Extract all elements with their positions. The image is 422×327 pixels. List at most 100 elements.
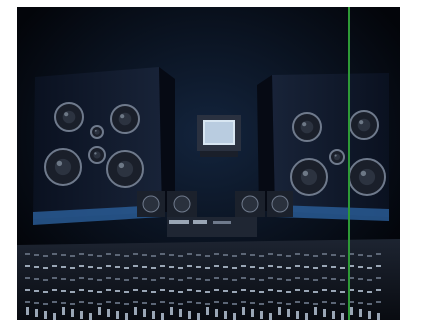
console-knob <box>25 277 30 279</box>
console-knob <box>187 265 192 267</box>
console-knob <box>124 267 129 269</box>
console-knob <box>268 277 273 279</box>
console-knob <box>295 253 300 255</box>
console-knob <box>97 255 102 257</box>
studio-photo <box>17 7 400 327</box>
console-fader <box>44 311 47 319</box>
console-knob <box>304 278 309 280</box>
console-knob <box>331 302 336 304</box>
console-knob <box>223 302 228 304</box>
console-knob <box>106 277 111 279</box>
console-knob <box>214 301 219 303</box>
console-fader <box>332 311 335 319</box>
console-knob <box>61 278 66 280</box>
console-knob <box>277 290 282 292</box>
console-knob <box>331 278 336 280</box>
console-fader <box>215 309 218 317</box>
console-knob <box>178 291 183 293</box>
console-knob <box>304 290 309 292</box>
console-knob <box>70 303 75 305</box>
console-knob <box>232 279 237 281</box>
console-knob <box>358 290 363 292</box>
console-knob <box>295 277 300 279</box>
console-fader <box>188 311 191 319</box>
console-knob <box>151 255 156 257</box>
console-knob <box>367 267 372 269</box>
console-knob <box>205 267 210 269</box>
console-knob <box>178 279 183 281</box>
console-fader <box>26 307 29 315</box>
console-knob <box>196 290 201 292</box>
console-knob <box>133 253 138 255</box>
console-fader <box>296 311 299 319</box>
console-knob <box>322 277 327 279</box>
console-knob <box>79 265 84 267</box>
console-knob <box>196 266 201 268</box>
console-knob <box>106 301 111 303</box>
console-knob <box>376 301 381 303</box>
console-knob <box>295 289 300 291</box>
console-knob <box>106 289 111 291</box>
console-knob <box>133 265 138 267</box>
console-knob <box>232 255 237 257</box>
console-knob <box>142 254 147 256</box>
console-knob <box>250 278 255 280</box>
console-knob <box>187 277 192 279</box>
console-fader <box>80 311 83 319</box>
console-fader <box>206 307 209 315</box>
console-fader <box>143 309 146 317</box>
console-knob <box>178 303 183 305</box>
console-knob <box>259 291 264 293</box>
console-knob <box>376 289 381 291</box>
console-knob <box>160 277 165 279</box>
console-fader <box>260 311 263 319</box>
console-fader <box>242 307 245 315</box>
console-knob <box>97 267 102 269</box>
console-knob <box>277 278 282 280</box>
console-knob <box>169 302 174 304</box>
console-knob <box>34 266 39 268</box>
console-knob <box>259 267 264 269</box>
console-knob <box>187 253 192 255</box>
console-knob <box>331 254 336 256</box>
speaker-icon <box>110 104 140 134</box>
console-knob <box>340 291 345 293</box>
console-knob <box>97 303 102 305</box>
console-knob <box>196 302 201 304</box>
console-knob <box>25 265 30 267</box>
console-knob <box>331 266 336 268</box>
console-knob <box>250 254 255 256</box>
console-knob <box>106 265 111 267</box>
speaker-icon <box>290 158 328 196</box>
console-knob <box>214 289 219 291</box>
console-knob <box>52 253 57 255</box>
console-knob <box>43 303 48 305</box>
console-knob <box>205 291 210 293</box>
console-knob <box>241 253 246 255</box>
console-knob <box>250 302 255 304</box>
console-knob <box>43 291 48 293</box>
console-knob <box>61 266 66 268</box>
console-knob <box>295 265 300 267</box>
console-knob <box>52 301 57 303</box>
console-knob <box>88 278 93 280</box>
console-knob <box>286 279 291 281</box>
console-knob <box>79 289 84 291</box>
console-fader <box>278 307 281 315</box>
console-knob <box>52 277 57 279</box>
console-knob <box>277 302 282 304</box>
console-fader <box>359 309 362 317</box>
console-knob <box>115 302 120 304</box>
console-knob <box>34 302 39 304</box>
console-knob <box>115 254 120 256</box>
console-knob <box>142 278 147 280</box>
console-knob <box>205 303 210 305</box>
console-knob <box>115 266 120 268</box>
console-knob <box>250 290 255 292</box>
console-knob <box>25 301 30 303</box>
console-knob <box>259 279 264 281</box>
speaker-icon <box>54 102 84 132</box>
console-fader <box>134 307 137 315</box>
console-knob <box>97 291 102 293</box>
console-knob <box>268 301 273 303</box>
